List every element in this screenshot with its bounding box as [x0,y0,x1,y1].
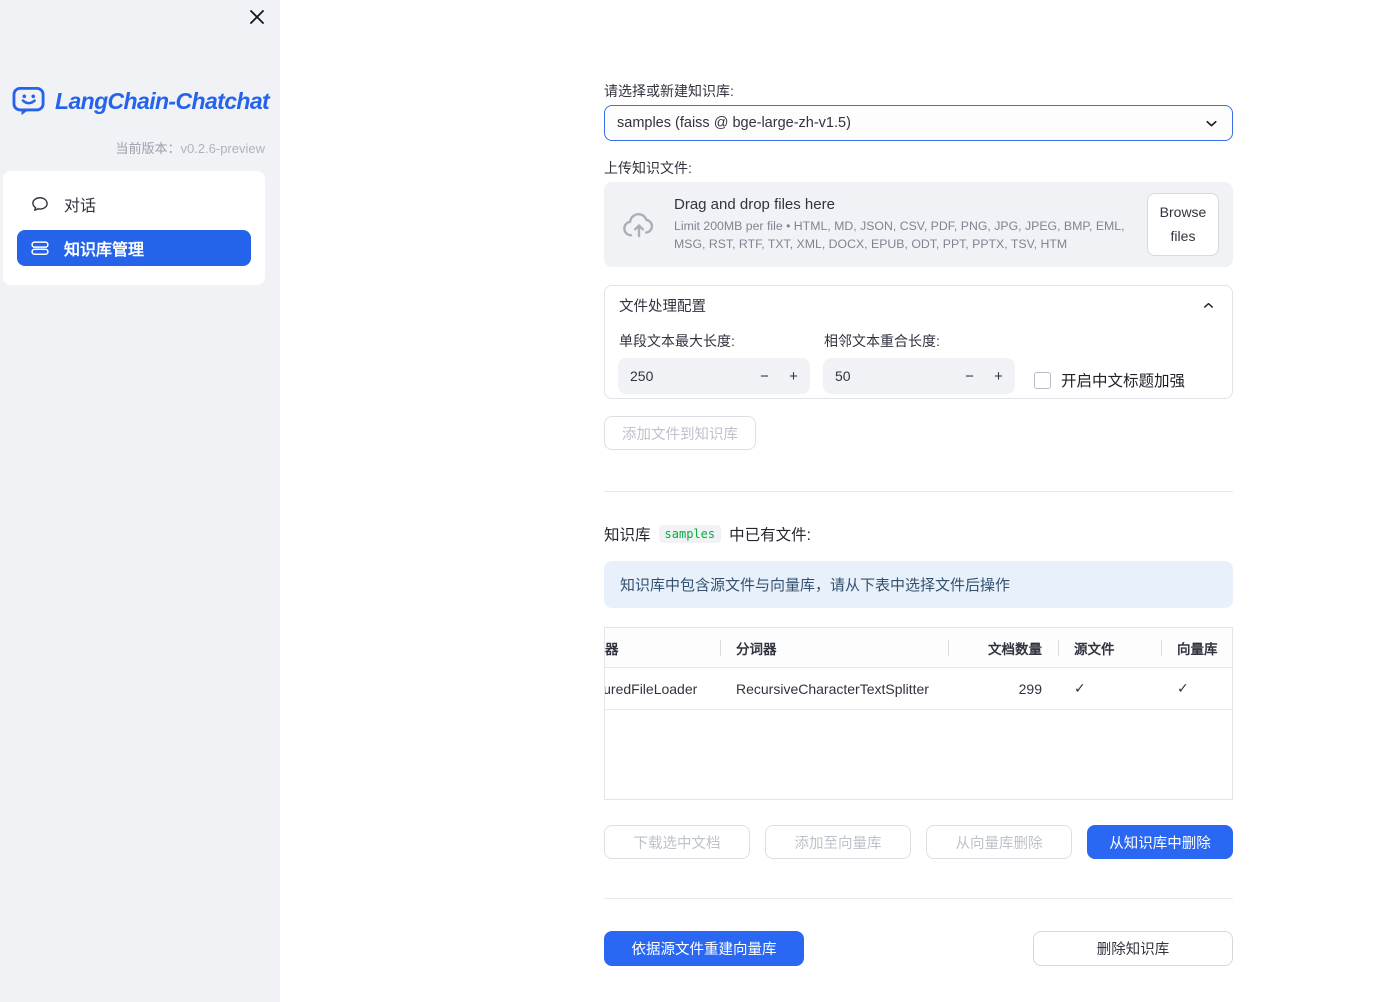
upload-label: 上传知识文件: [604,160,692,176]
logo-chat-bubble-icon [12,86,46,117]
version-value: v0.2.6-preview [180,141,265,156]
info-banner-text: 知识库中包含源文件与向量库，请从下表中选择文件后操作 [620,577,1011,594]
sidebar-item-label: 对话 [64,198,97,215]
chunk-size-increment-button[interactable]: + [779,368,808,385]
cell-vector-store-check: ✓ [1177,680,1189,696]
cell-splitter: RecursiveCharacterTextSplitter [736,680,929,697]
delete-kb-button[interactable]: 删除知识库 [1033,931,1233,966]
file-config-body: 单段文本最大长度: 250 − + 相邻文本重合长度: 50 − + 开启中文标… [605,324,1232,398]
add-to-vector-store-button[interactable]: 添加至向量库 [765,825,911,859]
cell-source-file-check: ✓ [1074,680,1086,696]
delete-from-vector-store-button[interactable]: 从向量库删除 [926,825,1072,859]
info-banner: 知识库中包含源文件与向量库，请从下表中选择文件后操作 [604,561,1233,608]
sidebar-item-label: 知识库管理 [64,242,145,259]
overlap-label: 相邻文本重合长度: [824,333,940,349]
collection-icon [30,238,50,258]
rebuild-vector-store-button[interactable]: 依据源文件重建向量库 [604,931,804,966]
chunk-size-input[interactable]: 250 − + [618,358,810,394]
overlap-increment-button[interactable]: + [984,368,1013,385]
dropzone-text: Drag and drop files here Limit 200MB per… [674,196,1147,253]
kb-files-table-inner: 文档加载器 分词器 文档数量 源文件 向量库 UnstructuredFileL… [604,628,1232,710]
overlap-value[interactable]: 50 [835,368,955,384]
table-header-row: 文档加载器 分词器 文档数量 源文件 向量库 [604,628,1232,668]
sidebar: LangChain-Chatchat 当前版本：v0.2.6-preview 对… [0,0,280,1002]
divider [604,491,1233,492]
overlap-decrement-button[interactable]: − [955,368,984,385]
column-header-vector-store: 向量库 [1161,628,1232,667]
table-row[interactable]: UnstructuredFileLoader RecursiveCharacte… [604,668,1232,710]
chunk-size-label: 单段文本最大长度: [619,333,735,349]
column-header-loader: 文档加载器 [604,641,619,657]
chevron-down-icon [1203,115,1220,132]
column-header-source-file: 源文件 [1058,628,1161,667]
sidebar-menu: 对话 知识库管理 [3,171,265,285]
kb-select[interactable]: samples (faiss @ bge-large-zh-v1.5) [604,105,1233,141]
cell-loader: UnstructuredFileLoader [604,680,698,697]
chunk-size-value[interactable]: 250 [630,368,750,384]
zh-title-checkbox[interactable] [1034,371,1051,389]
browse-files-button[interactable]: Browse files [1147,193,1219,256]
chevron-up-icon [1201,298,1216,313]
expander-title: 文件处理配置 [619,298,706,315]
existing-files-suffix: 中已有文件: [729,527,811,544]
file-config-expander-header[interactable]: 文件处理配置 [605,286,1232,324]
zh-title-checkbox-row: 开启中文标题加强 [1028,362,1185,398]
column-header-splitter: 分词器 [720,628,948,667]
version-label: 当前版本： [115,141,181,156]
kb-name-code: samples [658,525,722,543]
kb-files-table[interactable]: 文档加载器 分词器 文档数量 源文件 向量库 UnstructuredFileL… [604,627,1233,800]
app-logo: LangChain-Chatchat [12,86,270,117]
add-files-to-kb-button[interactable]: 添加文件到知识库 [604,416,756,450]
existing-files-heading: 知识库 samples 中已有文件: [604,523,811,545]
main-panel: 请选择或新建知识库: samples (faiss @ bge-large-zh… [280,0,1380,1002]
overlap-input[interactable]: 50 − + [823,358,1015,394]
divider [604,898,1233,899]
cloud-upload-icon [620,209,660,241]
download-selected-button[interactable]: 下载选中文档 [604,825,750,859]
chunk-size-decrement-button[interactable]: − [750,368,779,385]
cell-docs-count: 299 [1018,680,1042,697]
close-sidebar-icon[interactable] [248,8,266,26]
file-dropzone[interactable]: Drag and drop files here Limit 200MB per… [604,182,1233,267]
chat-bubble-icon [30,194,50,214]
sidebar-item-knowledge-base[interactable]: 知识库管理 [17,230,251,266]
content-column: 请选择或新建知识库: samples (faiss @ bge-large-zh… [604,0,1233,1002]
app-title: LangChain-Chatchat [55,88,270,114]
delete-from-kb-button[interactable]: 从知识库中删除 [1087,825,1233,859]
file-actions-row: 下载选中文档 添加至向量库 从向量库删除 从知识库中删除 [604,825,1233,859]
dropzone-title: Drag and drop files here [674,196,835,214]
existing-files-prefix: 知识库 [604,527,651,544]
kb-select-value: samples (faiss @ bge-large-zh-v1.5) [617,115,851,131]
file-config-expander: 文件处理配置 单段文本最大长度: 250 − + 相邻文本重合长度: 50 − … [604,285,1233,399]
version-info: 当前版本：v0.2.6-preview [115,138,265,157]
column-header-docs-count: 文档数量 [948,628,1058,667]
zh-title-checkbox-label[interactable]: 开启中文标题加强 [1061,369,1185,391]
kb-select-label: 请选择或新建知识库: [604,83,734,99]
dropzone-hint: Limit 200MB per file • HTML, MD, JSON, C… [674,219,1125,251]
sidebar-item-dialogue[interactable]: 对话 [17,186,251,222]
kb-footer-actions: 依据源文件重建向量库 删除知识库 [604,931,1233,966]
